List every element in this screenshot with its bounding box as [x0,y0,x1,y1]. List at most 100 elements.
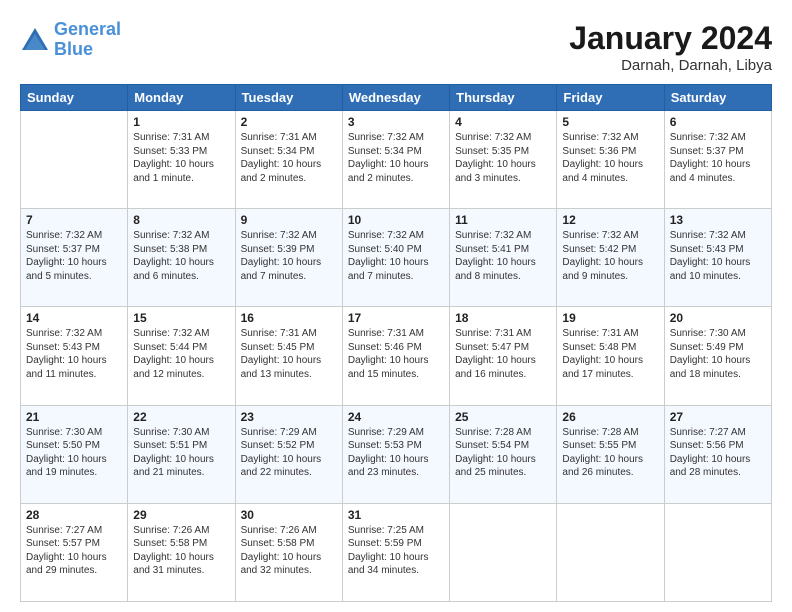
day-number: 17 [348,311,444,325]
day-info: Sunrise: 7:28 AM Sunset: 5:54 PM Dayligh… [455,426,551,480]
day-info: Sunrise: 7:32 AM Sunset: 5:37 PM Dayligh… [670,131,766,185]
day-number: 2 [241,115,337,129]
calendar-cell: 28 Sunrise: 7:27 AM Sunset: 5:57 PM Dayli… [21,503,128,601]
calendar-cell: 4Sunrise: 7:32 AM Sunset: 5:35 PM Daylig… [450,111,557,209]
day-number: 12 [562,213,658,227]
calendar-cell: 16 Sunrise: 7:31 AM Sunset: 5:45 PM Dayli… [235,307,342,405]
calendar-week-row: 28 Sunrise: 7:27 AM Sunset: 5:57 PM Dayli… [21,503,772,601]
calendar-cell: 23 Sunrise: 7:29 AM Sunset: 5:52 PM Dayli… [235,405,342,503]
day-number: 19 [562,311,658,325]
day-number: 27 [670,410,766,424]
calendar-cell: 18 Sunrise: 7:31 AM Sunset: 5:47 PM Dayli… [450,307,557,405]
calendar-cell: 13Sunrise: 7:32 AM Sunset: 5:43 PM Dayli… [664,209,771,307]
logo-icon [20,26,50,54]
calendar-cell: 20Sunrise: 7:30 AM Sunset: 5:49 PM Dayli… [664,307,771,405]
day-number: 28 [26,508,122,522]
day-number: 31 [348,508,444,522]
day-info: Sunrise: 7:32 AM Sunset: 5:44 PM Dayligh… [133,327,229,381]
day-info: Sunrise: 7:31 AM Sunset: 5:48 PM Dayligh… [562,327,658,381]
day-info: Sunrise: 7:26 AM Sunset: 5:58 PM Dayligh… [241,524,337,578]
calendar-cell: 12 Sunrise: 7:32 AM Sunset: 5:42 PM Dayli… [557,209,664,307]
day-info: Sunrise: 7:32 AM Sunset: 5:35 PM Dayligh… [455,131,551,185]
day-info: Sunrise: 7:30 AM Sunset: 5:51 PM Dayligh… [133,426,229,480]
day-number: 1 [133,115,229,129]
calendar-cell: 9 Sunrise: 7:32 AM Sunset: 5:39 PM Daylig… [235,209,342,307]
day-info: Sunrise: 7:31 AM Sunset: 5:45 PM Dayligh… [241,327,337,381]
calendar-cell: 26 Sunrise: 7:28 AM Sunset: 5:55 PM Dayli… [557,405,664,503]
day-info: Sunrise: 7:31 AM Sunset: 5:46 PM Dayligh… [348,327,444,381]
calendar-header-saturday: Saturday [664,85,771,111]
main-title: January 2024 [569,20,772,57]
calendar-cell: 25Sunrise: 7:28 AM Sunset: 5:54 PM Dayli… [450,405,557,503]
day-number: 15 [133,311,229,325]
day-info: Sunrise: 7:27 AM Sunset: 5:56 PM Dayligh… [670,426,766,480]
logo-blue: Blue [54,39,93,59]
calendar-cell: 31Sunrise: 7:25 AM Sunset: 5:59 PM Dayli… [342,503,449,601]
day-number: 22 [133,410,229,424]
day-number: 16 [241,311,337,325]
page: General Blue January 2024 Darnah, Darnah… [0,0,792,612]
title-block: January 2024 Darnah, Darnah, Libya [569,20,772,74]
calendar-cell: 21Sunrise: 7:30 AM Sunset: 5:50 PM Dayli… [21,405,128,503]
calendar-cell [450,503,557,601]
header: General Blue January 2024 Darnah, Darnah… [20,20,772,74]
calendar-cell: 3Sunrise: 7:32 AM Sunset: 5:34 PM Daylig… [342,111,449,209]
day-number: 18 [455,311,551,325]
calendar-cell: 7 Sunrise: 7:32 AM Sunset: 5:37 PM Daylig… [21,209,128,307]
calendar-cell: 6Sunrise: 7:32 AM Sunset: 5:37 PM Daylig… [664,111,771,209]
day-number: 23 [241,410,337,424]
day-info: Sunrise: 7:27 AM Sunset: 5:57 PM Dayligh… [26,524,122,578]
calendar-cell: 17 Sunrise: 7:31 AM Sunset: 5:46 PM Dayli… [342,307,449,405]
day-info: Sunrise: 7:31 AM Sunset: 5:47 PM Dayligh… [455,327,551,381]
calendar-header-row: SundayMondayTuesdayWednesdayThursdayFrid… [21,85,772,111]
day-number: 29 [133,508,229,522]
calendar-week-row: 14 Sunrise: 7:32 AM Sunset: 5:43 PM Dayli… [21,307,772,405]
day-info: Sunrise: 7:32 AM Sunset: 5:40 PM Dayligh… [348,229,444,283]
calendar-cell: 30 Sunrise: 7:26 AM Sunset: 5:58 PM Dayli… [235,503,342,601]
day-info: Sunrise: 7:32 AM Sunset: 5:37 PM Dayligh… [26,229,122,283]
day-info: Sunrise: 7:29 AM Sunset: 5:52 PM Dayligh… [241,426,337,480]
calendar-header-tuesday: Tuesday [235,85,342,111]
calendar-cell: 19 Sunrise: 7:31 AM Sunset: 5:48 PM Dayli… [557,307,664,405]
calendar-cell: 24 Sunrise: 7:29 AM Sunset: 5:53 PM Dayli… [342,405,449,503]
day-info: Sunrise: 7:32 AM Sunset: 5:43 PM Dayligh… [26,327,122,381]
calendar-table: SundayMondayTuesdayWednesdayThursdayFrid… [20,84,772,602]
day-info: Sunrise: 7:32 AM Sunset: 5:43 PM Dayligh… [670,229,766,283]
calendar-cell: 22 Sunrise: 7:30 AM Sunset: 5:51 PM Dayli… [128,405,235,503]
day-info: Sunrise: 7:31 AM Sunset: 5:33 PM Dayligh… [133,131,229,185]
day-info: Sunrise: 7:30 AM Sunset: 5:50 PM Dayligh… [26,426,122,480]
calendar-cell: 10 Sunrise: 7:32 AM Sunset: 5:40 PM Dayli… [342,209,449,307]
calendar-header-sunday: Sunday [21,85,128,111]
calendar-cell: 5Sunrise: 7:32 AM Sunset: 5:36 PM Daylig… [557,111,664,209]
calendar-cell: 14 Sunrise: 7:32 AM Sunset: 5:43 PM Dayli… [21,307,128,405]
logo-text: General Blue [54,20,121,60]
day-number: 26 [562,410,658,424]
calendar-cell: 2Sunrise: 7:31 AM Sunset: 5:34 PM Daylig… [235,111,342,209]
day-info: Sunrise: 7:32 AM Sunset: 5:39 PM Dayligh… [241,229,337,283]
day-number: 24 [348,410,444,424]
calendar-week-row: 7 Sunrise: 7:32 AM Sunset: 5:37 PM Daylig… [21,209,772,307]
day-number: 14 [26,311,122,325]
calendar-cell: 15 Sunrise: 7:32 AM Sunset: 5:44 PM Dayli… [128,307,235,405]
calendar-header-wednesday: Wednesday [342,85,449,111]
calendar-header-friday: Friday [557,85,664,111]
calendar-cell [557,503,664,601]
calendar-cell [21,111,128,209]
day-info: Sunrise: 7:32 AM Sunset: 5:36 PM Dayligh… [562,131,658,185]
calendar-cell: 8 Sunrise: 7:32 AM Sunset: 5:38 PM Daylig… [128,209,235,307]
day-number: 11 [455,213,551,227]
day-number: 7 [26,213,122,227]
day-info: Sunrise: 7:28 AM Sunset: 5:55 PM Dayligh… [562,426,658,480]
day-info: Sunrise: 7:32 AM Sunset: 5:38 PM Dayligh… [133,229,229,283]
day-number: 8 [133,213,229,227]
day-info: Sunrise: 7:29 AM Sunset: 5:53 PM Dayligh… [348,426,444,480]
day-number: 30 [241,508,337,522]
calendar-week-row: 1 Sunrise: 7:31 AM Sunset: 5:33 PM Daylig… [21,111,772,209]
day-info: Sunrise: 7:32 AM Sunset: 5:34 PM Dayligh… [348,131,444,185]
day-number: 9 [241,213,337,227]
day-info: Sunrise: 7:30 AM Sunset: 5:49 PM Dayligh… [670,327,766,381]
calendar-header-thursday: Thursday [450,85,557,111]
day-info: Sunrise: 7:32 AM Sunset: 5:42 PM Dayligh… [562,229,658,283]
calendar-cell: 11Sunrise: 7:32 AM Sunset: 5:41 PM Dayli… [450,209,557,307]
day-number: 10 [348,213,444,227]
